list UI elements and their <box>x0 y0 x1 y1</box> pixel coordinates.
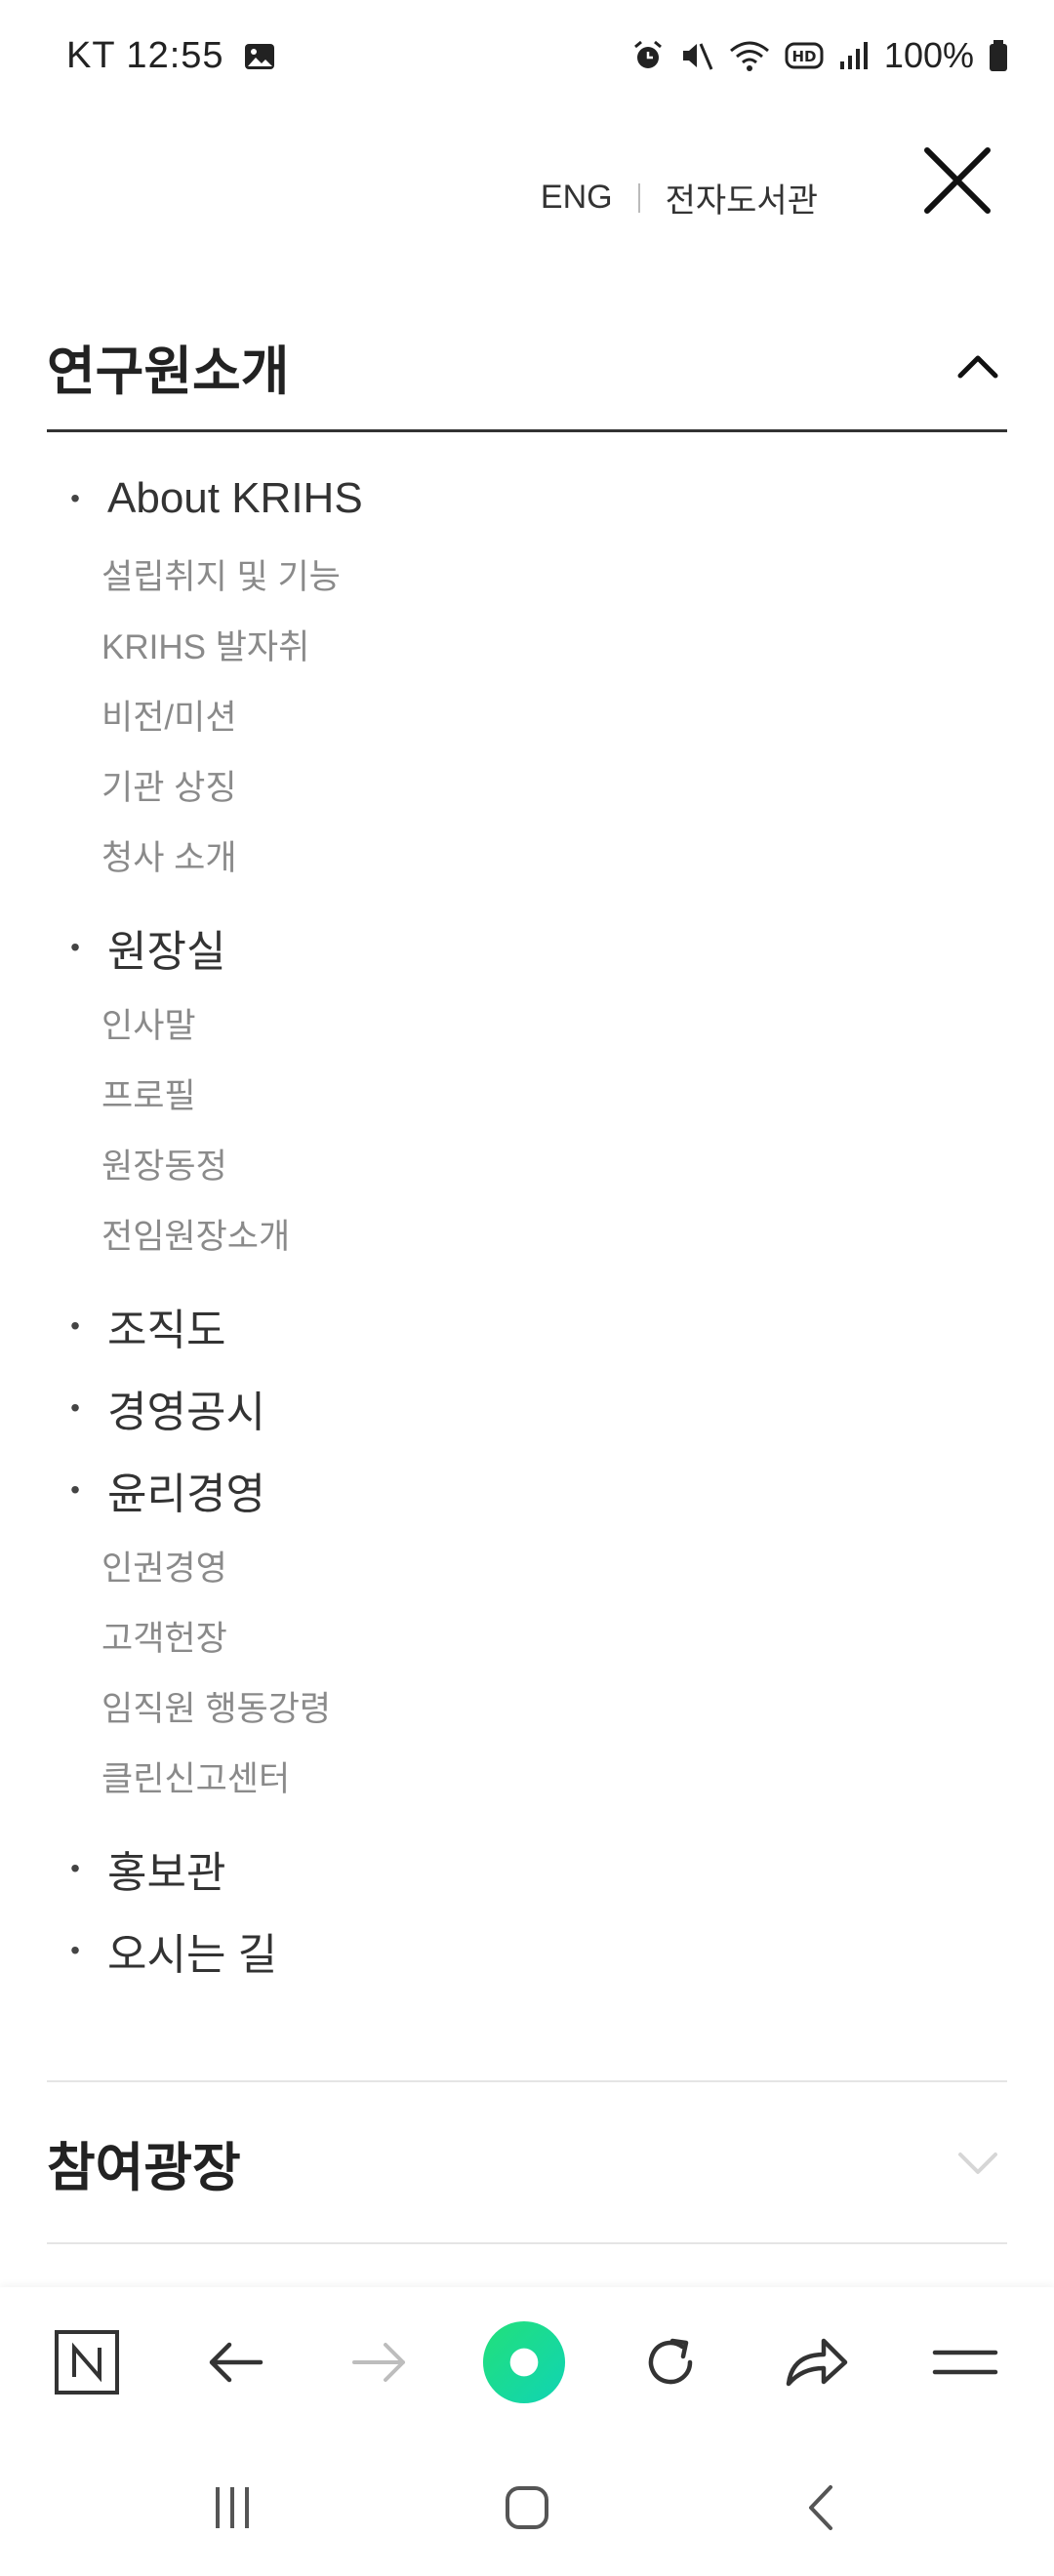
home-icon[interactable] <box>488 2476 566 2539</box>
bullet: • <box>70 1935 80 1965</box>
menu-item-ethics[interactable]: • 윤리경영 <box>47 1450 1007 1530</box>
eng-link[interactable]: ENG <box>541 179 613 217</box>
menu-item-president-office[interactable]: • 원장실 <box>47 907 1007 987</box>
menu-group: • 경영공시 <box>47 1368 1007 1448</box>
system-nav-bar <box>0 2437 1054 2576</box>
status-left: KT 12:55 <box>66 35 277 77</box>
menu-item-about-krihs[interactable]: • About KRIHS <box>47 459 1007 539</box>
green-dot-icon[interactable] <box>482 2320 566 2404</box>
section-header-participation[interactable]: 참여광장 <box>47 2080 1007 2244</box>
section-header-about[interactable]: 연구원소개 <box>47 302 1007 432</box>
bullet: • <box>70 932 80 962</box>
submenu-item[interactable]: 원장동정 <box>101 1128 1007 1198</box>
refresh-icon[interactable] <box>628 2320 712 2404</box>
bullet: • <box>70 1392 80 1423</box>
bullet: • <box>70 1310 80 1341</box>
menu-item-disclosure[interactable]: • 경영공시 <box>47 1368 1007 1448</box>
back-arrow-icon[interactable] <box>193 2320 277 2404</box>
close-icon[interactable] <box>921 144 993 217</box>
svg-text:HD: HD <box>791 48 816 65</box>
submenu-item[interactable]: KRIHS 발자취 <box>101 609 1007 679</box>
menu-item-label: 경영공시 <box>107 1389 265 1436</box>
mute-icon <box>682 43 713 70</box>
menu-group: • 조직도 <box>47 1286 1007 1366</box>
section-title: 참여광장 <box>47 2138 241 2197</box>
menu-item-label: 조직도 <box>107 1307 226 1354</box>
library-link[interactable]: 전자도서관 <box>666 174 818 221</box>
submenu-item[interactable]: 클린신고센터 <box>101 1741 1007 1811</box>
link-divider <box>637 182 640 213</box>
recent-apps-icon[interactable] <box>193 2476 271 2539</box>
submenu-item[interactable]: 프로필 <box>101 1058 1007 1128</box>
menu-item-label: 홍보관 <box>107 1849 226 1897</box>
signal-icon <box>839 42 868 69</box>
alarm-icon <box>633 40 662 68</box>
browser-toolbar <box>0 2287 1054 2437</box>
menu-group: • About KRIHS 설립취지 및 기능 KRIHS 발자취 비전/미션 … <box>47 459 1007 890</box>
status-bar: KT 12:55 HD 100% <box>0 0 1054 117</box>
top-links: ENG 전자도서관 <box>541 174 818 221</box>
submenu-item[interactable]: 임직원 행동강령 <box>101 1670 1007 1741</box>
submenu-item[interactable]: 청사 소개 <box>101 820 1007 890</box>
bullet: • <box>70 1474 80 1505</box>
menu-group: • 오시는 길 <box>47 1911 1007 1991</box>
submenu-item[interactable]: 비전/미션 <box>101 679 1007 749</box>
section-title: 연구원소개 <box>47 342 290 401</box>
bullet: • <box>70 1853 80 1883</box>
menu-item-label: About KRIHS <box>107 474 363 522</box>
bullet: • <box>70 483 80 513</box>
submenu-item[interactable]: 기관 상징 <box>101 749 1007 820</box>
hd-icon: HD <box>785 42 824 69</box>
chevron-up-icon[interactable] <box>949 337 1007 395</box>
menu-group: • 윤리경영 인권경영 고객헌장 임직원 행동강령 클린신고센터 <box>47 1450 1007 1811</box>
share-icon[interactable] <box>775 2320 859 2404</box>
menu-icon[interactable] <box>923 2320 1007 2404</box>
carrier-time: KT 12:55 <box>66 35 224 76</box>
chevron-down-icon[interactable] <box>949 2133 1007 2192</box>
submenu-item[interactable]: 인권경영 <box>101 1530 1007 1600</box>
wifi-icon <box>729 41 769 71</box>
forward-arrow-icon[interactable] <box>338 2320 422 2404</box>
menu-item-org-chart[interactable]: • 조직도 <box>47 1286 1007 1366</box>
battery-icon <box>990 40 1007 71</box>
menu-item-label: 원장실 <box>107 928 226 976</box>
menu-group: • 홍보관 <box>47 1829 1007 1909</box>
menu-group: • 원장실 인사말 프로필 원장동정 전임원장소개 <box>47 907 1007 1268</box>
submenu-item[interactable]: 인사말 <box>101 987 1007 1058</box>
battery-text: 100% <box>883 35 974 75</box>
menu-item-pr-hall[interactable]: • 홍보관 <box>47 1829 1007 1909</box>
naver-n-icon[interactable] <box>45 2320 129 2404</box>
submenu-item[interactable]: 설립취지 및 기능 <box>101 539 1007 609</box>
menu-item-directions[interactable]: • 오시는 길 <box>47 1911 1007 1991</box>
gallery-icon <box>244 43 274 69</box>
submenu-list: • About KRIHS 설립취지 및 기능 KRIHS 발자취 비전/미션 … <box>47 459 1007 2008</box>
submenu-item[interactable]: 고객헌장 <box>101 1600 1007 1670</box>
back-icon[interactable] <box>783 2476 861 2539</box>
submenu-item[interactable]: 전임원장소개 <box>101 1198 1007 1268</box>
menu-item-label: 윤리경영 <box>107 1470 265 1518</box>
menu-item-label: 오시는 길 <box>107 1931 278 1979</box>
status-right: HD 100% <box>630 35 1009 76</box>
